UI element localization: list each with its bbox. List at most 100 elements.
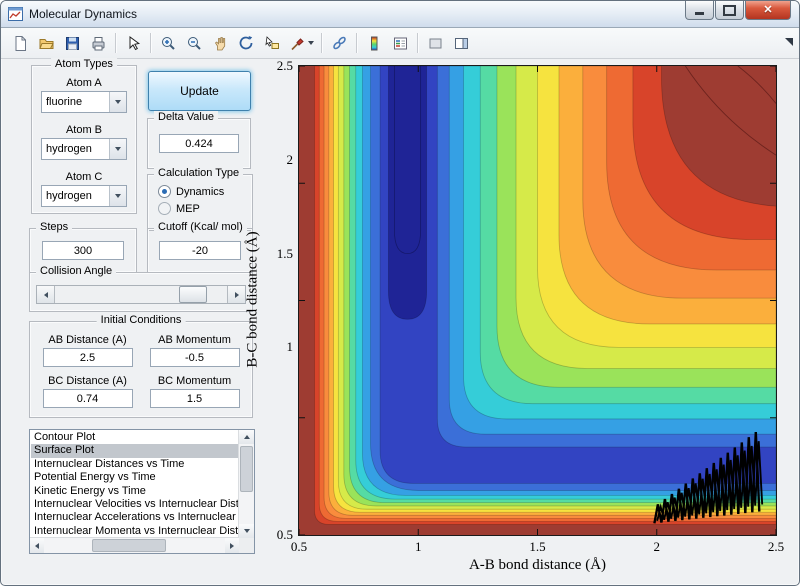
app-window: Molecular Dynamics ✕ [0, 0, 800, 586]
y-axis-ticks: 2.5 2 1.5 1 0.5 [263, 66, 293, 535]
save-figure-button[interactable] [59, 31, 85, 55]
cutoff-field[interactable] [159, 241, 241, 260]
maximize-button[interactable] [715, 1, 744, 20]
radio-mep[interactable]: MEP [158, 202, 252, 215]
insert-colorbar-button[interactable] [361, 31, 387, 55]
steps-field[interactable] [42, 241, 124, 260]
ab-distance-label: AB Distance (A) [40, 334, 135, 346]
arrow-left-icon [44, 292, 48, 298]
atom-c-value: hydrogen [42, 190, 109, 202]
potential-energy-surface [299, 66, 776, 535]
radio-dynamics[interactable]: Dynamics [158, 185, 252, 198]
dropdown-button[interactable] [109, 139, 126, 159]
calculation-type-title: Calculation Type [154, 167, 243, 179]
list-item[interactable]: Contour Plot [31, 431, 238, 444]
delta-value-panel: Delta Value [147, 118, 251, 169]
zoom-in-button[interactable] [155, 31, 181, 55]
list-item[interactable]: Internuclear Distances vs Time [31, 458, 238, 471]
insert-legend-button[interactable] [387, 31, 413, 55]
minimize-icon [695, 12, 704, 15]
app-icon [8, 7, 23, 21]
radio-dynamics-label: Dynamics [176, 186, 224, 198]
ab-momentum-field[interactable] [150, 348, 240, 367]
horizontal-scroll-thumb[interactable] [92, 539, 166, 552]
collision-angle-title: Collision Angle [36, 265, 116, 277]
list-item-selected[interactable]: Surface Plot [31, 444, 238, 457]
update-button[interactable]: Update [148, 71, 251, 111]
radio-mep-label: MEP [176, 203, 200, 215]
show-plot-tools-button[interactable] [448, 31, 474, 55]
new-figure-button[interactable] [7, 31, 33, 55]
edit-plot-button[interactable] [120, 31, 146, 55]
atom-a-value: fluorine [42, 96, 109, 108]
colorbar-icon [366, 35, 383, 52]
toolbar-separator [321, 33, 322, 53]
slider-thumb[interactable] [179, 286, 207, 303]
chevron-down-icon [115, 194, 121, 198]
ab-distance-field[interactable] [43, 348, 133, 367]
initial-conditions-title: Initial Conditions [97, 314, 186, 326]
delta-value-title: Delta Value [154, 111, 218, 123]
new-document-icon [12, 35, 29, 52]
atom-b-label: Atom B [32, 124, 136, 136]
printer-icon [90, 35, 107, 52]
atom-types-panel-title: Atom Types [51, 58, 117, 70]
brush-icon [289, 35, 306, 52]
collision-angle-slider[interactable] [36, 285, 246, 304]
data-cursor-button[interactable] [259, 31, 285, 55]
slider-left-button[interactable] [37, 286, 55, 303]
atom-b-select[interactable]: hydrogen [41, 138, 127, 160]
list-item[interactable]: Kinetic Energy vs Time [31, 485, 238, 498]
horizontal-scrollbar[interactable] [30, 537, 239, 553]
delta-value-field[interactable] [159, 134, 239, 153]
dropdown-button[interactable] [109, 186, 126, 206]
save-floppy-icon [64, 35, 81, 52]
list-item[interactable]: Internuclear Momenta vs Internuclear Dis… [31, 525, 238, 537]
zoom-out-button[interactable] [181, 31, 207, 55]
print-figure-button[interactable] [85, 31, 111, 55]
contour-plot-axes[interactable] [298, 65, 777, 536]
hide-plot-tools-button[interactable] [422, 31, 448, 55]
chevron-down-icon [115, 100, 121, 104]
hide-plot-tools-icon [427, 35, 444, 52]
cutoff-panel: Cutoff (Kcal/ mol) [147, 228, 253, 273]
bc-momentum-field[interactable] [150, 389, 240, 408]
brush-button[interactable] [285, 31, 317, 55]
close-icon: ✕ [763, 2, 772, 18]
data-cursor-icon [264, 35, 281, 52]
minimize-button[interactable] [685, 1, 714, 20]
listbox-rows: Contour Plot Surface Plot Internuclear D… [31, 431, 238, 537]
plot-type-listbox[interactable]: Contour Plot Surface Plot Internuclear D… [29, 429, 255, 554]
toolbar-overflow-icon[interactable] [785, 38, 793, 46]
rotate-3d-button[interactable] [233, 31, 259, 55]
atom-c-select[interactable]: hydrogen [41, 185, 127, 207]
slider-right-button[interactable] [227, 286, 245, 303]
hand-icon [212, 35, 229, 52]
bc-distance-field[interactable] [43, 389, 133, 408]
toolbar-separator [417, 33, 418, 53]
atom-types-panel: Atom Types Atom A fluorine Atom B hydrog… [31, 65, 137, 214]
pan-button[interactable] [207, 31, 233, 55]
scroll-left-button[interactable] [30, 538, 44, 553]
rotate-icon [238, 35, 255, 52]
radio-selected-icon [158, 185, 171, 198]
open-file-button[interactable] [33, 31, 59, 55]
list-item[interactable]: Internuclear Accelerations vs Internucle… [31, 511, 238, 524]
y-axis-label-column: B-C bond distance (Å) [245, 65, 261, 534]
dropdown-button[interactable] [109, 92, 126, 112]
link-plot-button[interactable] [326, 31, 352, 55]
toolbar-separator [150, 33, 151, 53]
list-item[interactable]: Internuclear Velocities vs Internuclear … [31, 498, 238, 511]
show-plot-tools-icon [453, 35, 470, 52]
titlebar[interactable]: Molecular Dynamics ✕ [1, 1, 799, 28]
atom-b-value: hydrogen [42, 143, 109, 155]
bc-momentum-label: BC Momentum [147, 375, 242, 387]
list-item[interactable]: Potential Energy vs Time [31, 471, 238, 484]
close-button[interactable]: ✕ [745, 1, 791, 20]
collision-angle-panel: Collision Angle [29, 272, 253, 312]
chevron-down-icon [308, 41, 314, 45]
legend-icon [392, 35, 409, 52]
atom-a-select[interactable]: fluorine [41, 91, 127, 113]
scroll-right-button[interactable] [225, 538, 239, 553]
steps-title: Steps [36, 221, 72, 233]
